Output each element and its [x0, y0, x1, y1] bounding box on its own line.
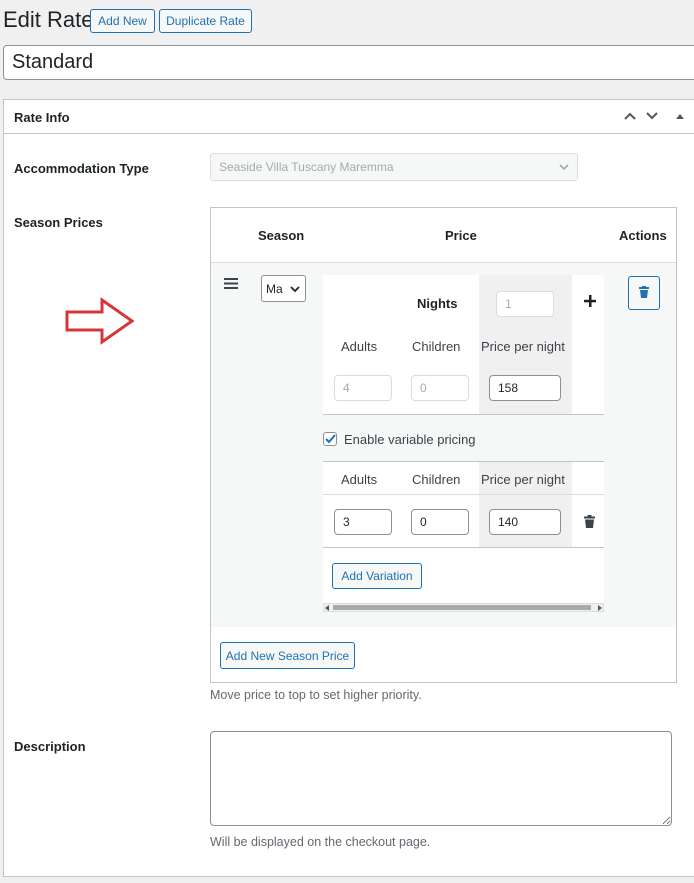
arrow-right-icon — [65, 297, 135, 345]
add-nights-icon[interactable] — [584, 295, 596, 307]
price-per-night-header: Price per night — [481, 339, 565, 354]
panel-title: Rate Info — [14, 110, 70, 125]
variation-adults-input[interactable] — [334, 509, 392, 535]
children-header: Children — [412, 339, 461, 354]
toggle-panel-icon[interactable] — [675, 112, 685, 120]
season-prices-label: Season Prices — [14, 215, 103, 230]
horizontal-scrollbar[interactable] — [323, 603, 604, 612]
nights-label: Nights — [417, 296, 458, 311]
description-label: Description — [14, 739, 86, 754]
variation-price-input[interactable] — [489, 509, 561, 535]
variation-adults-header: Adults — [341, 472, 378, 487]
trash-icon — [639, 286, 649, 298]
description-textarea[interactable] — [210, 731, 672, 826]
price-column-header: Price — [445, 228, 477, 243]
add-new-button[interactable]: Add New — [90, 9, 155, 33]
adults-header: Adults — [341, 339, 378, 354]
base-adults-input — [334, 375, 392, 401]
base-price-input[interactable] — [489, 375, 561, 401]
season-select[interactable]: Ma — [261, 275, 306, 302]
delete-variation-icon[interactable] — [584, 515, 595, 528]
variation-children-header: Children — [412, 472, 461, 487]
page-title: Edit Rate — [3, 7, 94, 32]
variation-price-header: Price per night — [481, 472, 565, 487]
divider — [323, 547, 604, 548]
nights-input — [496, 291, 554, 317]
enable-variable-pricing-label: Enable variable pricing — [344, 432, 476, 447]
base-children-input — [411, 375, 469, 401]
scrollbar-thumb[interactable] — [333, 605, 591, 610]
season-column-header: Season — [258, 228, 305, 243]
checkmark-icon — [325, 434, 336, 444]
enable-variable-pricing-checkbox[interactable] — [323, 432, 337, 446]
accommodation-type-value: Seaside Villa Tuscany Maremma — [219, 160, 394, 174]
move-up-icon[interactable] — [623, 111, 637, 121]
scroll-left-icon[interactable] — [325, 605, 329, 611]
duplicate-rate-button[interactable]: Duplicate Rate — [159, 9, 252, 33]
divider — [323, 414, 604, 415]
chevron-down-icon — [290, 286, 300, 293]
season-select-value: Ma — [266, 282, 283, 296]
scroll-right-icon[interactable] — [598, 605, 602, 611]
divider — [323, 494, 604, 495]
move-down-icon[interactable] — [645, 111, 659, 121]
chevron-down-icon — [559, 164, 569, 171]
accommodation-type-label: Accommodation Type — [14, 161, 149, 176]
rate-title-input[interactable] — [3, 45, 694, 80]
panel-header: Rate Info — [4, 100, 694, 134]
description-hint: Will be displayed on the checkout page. — [210, 835, 431, 849]
delete-season-price-button[interactable] — [628, 276, 660, 310]
add-variation-button[interactable]: Add Variation — [332, 563, 422, 589]
add-new-season-price-button[interactable]: Add New Season Price — [220, 642, 355, 669]
drag-handle-icon[interactable] — [224, 278, 238, 289]
variation-children-input[interactable] — [411, 509, 469, 535]
actions-column-header: Actions — [619, 228, 667, 243]
priority-hint: Move price to top to set higher priority… — [210, 688, 422, 702]
accommodation-type-select: Seaside Villa Tuscany Maremma — [210, 153, 578, 181]
